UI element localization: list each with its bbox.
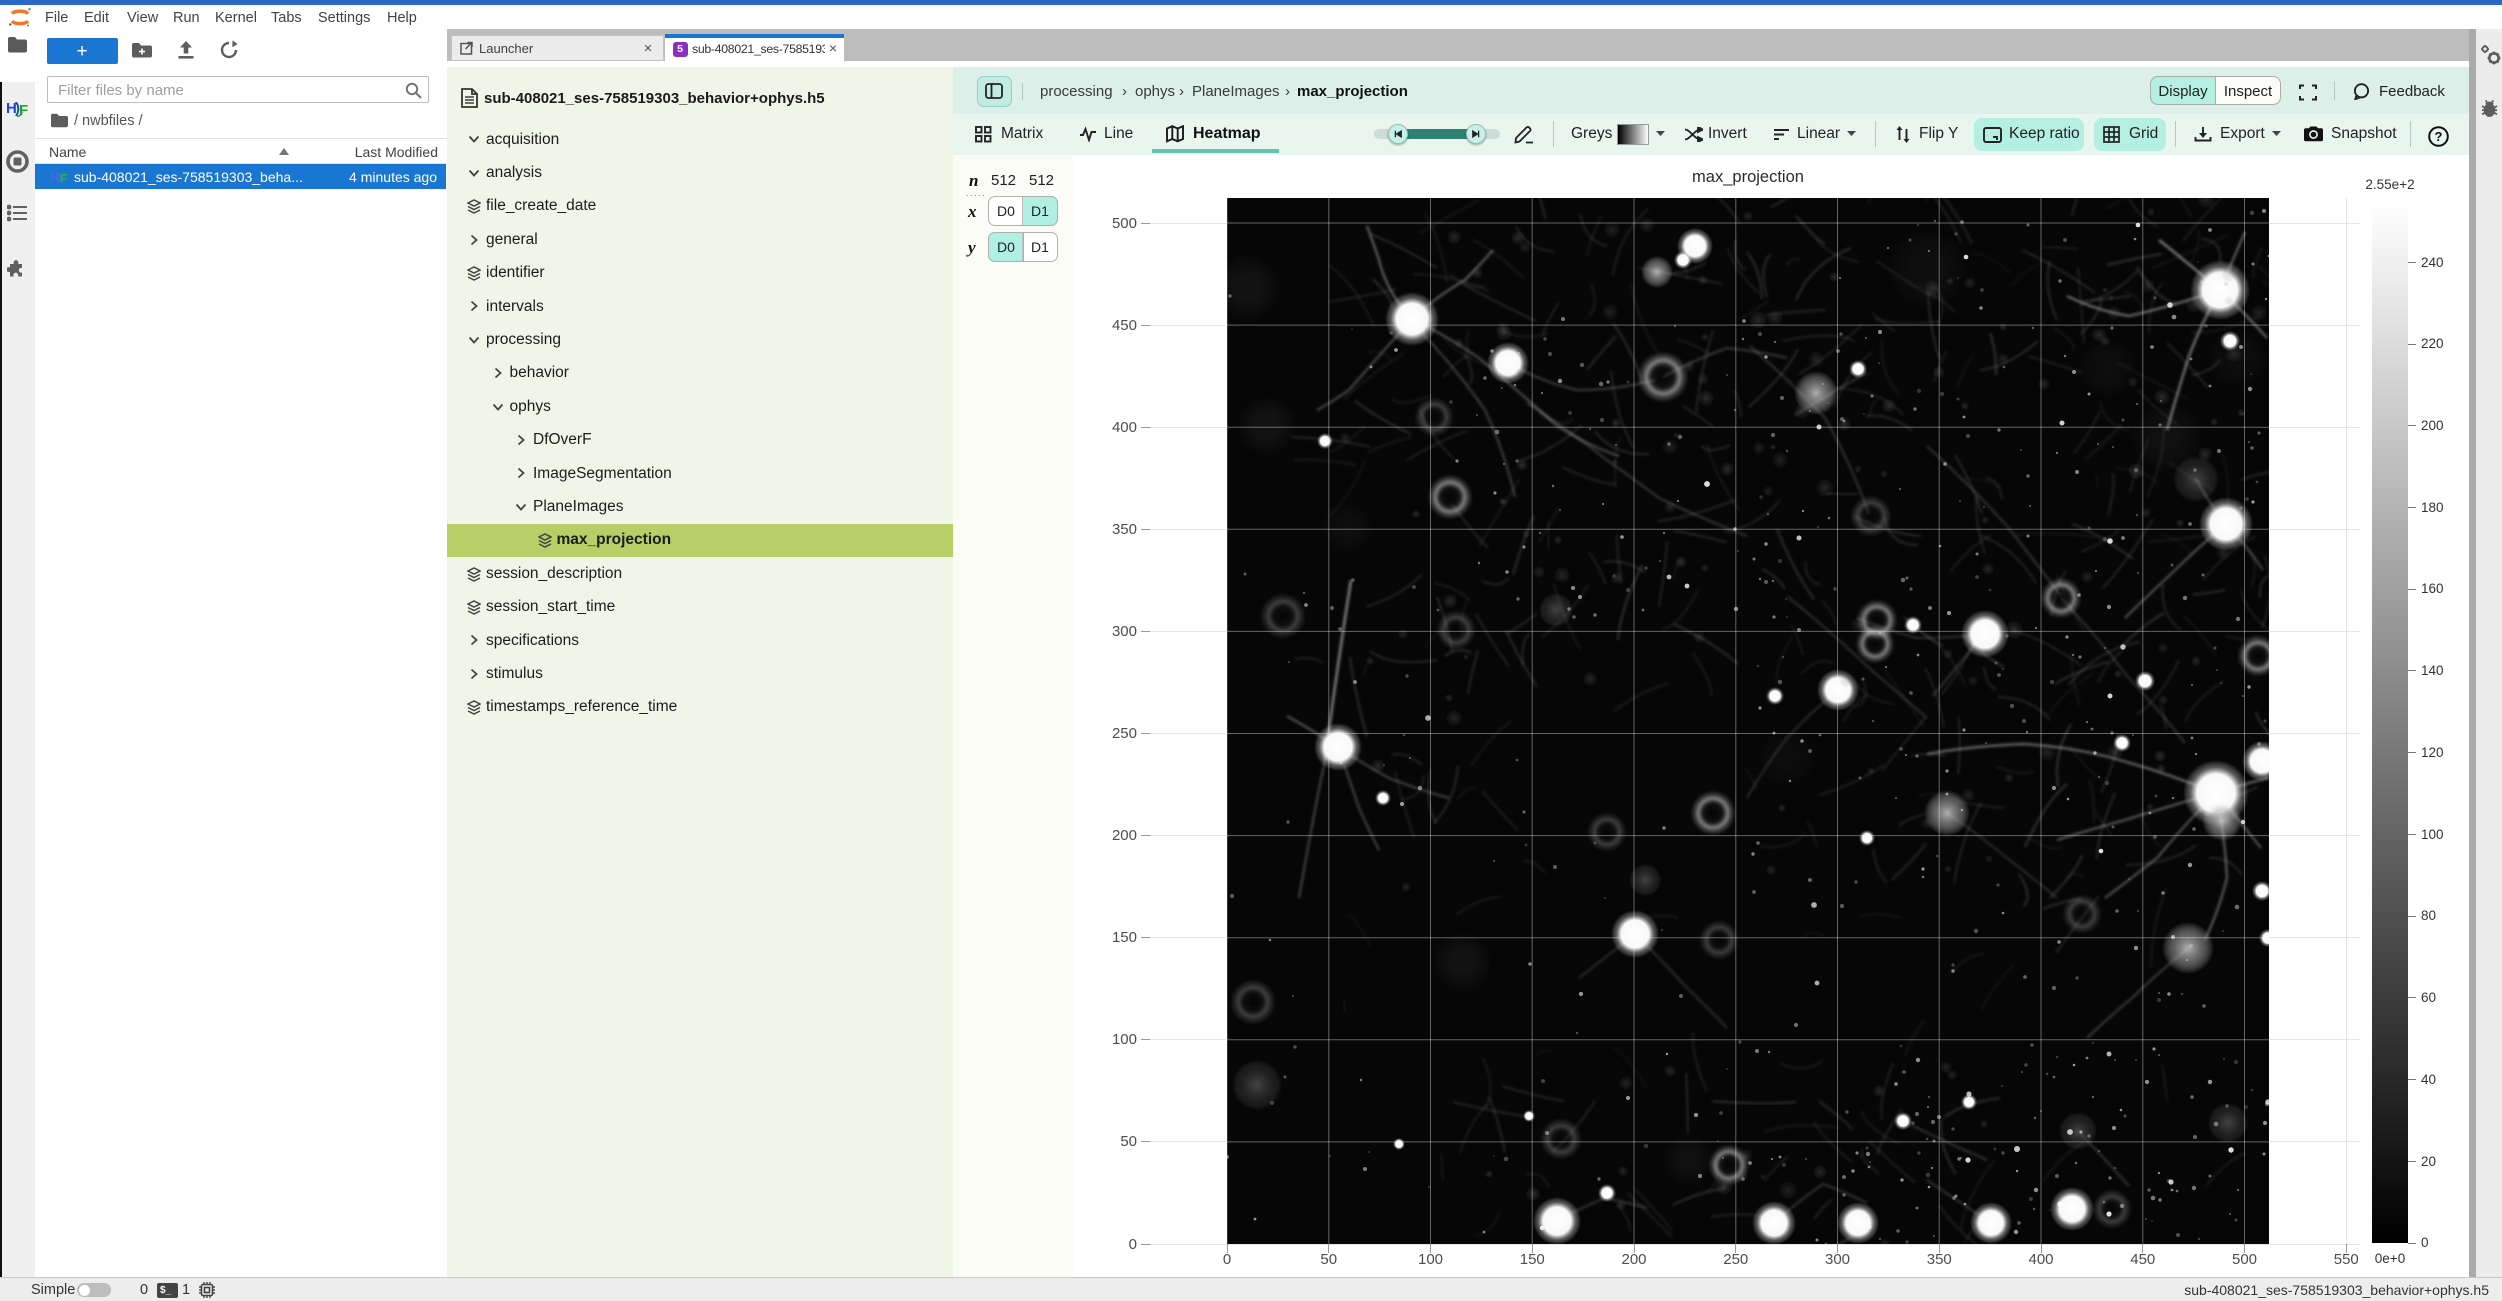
svg-text:F: F [19,102,28,119]
svg-text:F: F [60,172,67,186]
svg-text:?: ? [2435,129,2443,144]
